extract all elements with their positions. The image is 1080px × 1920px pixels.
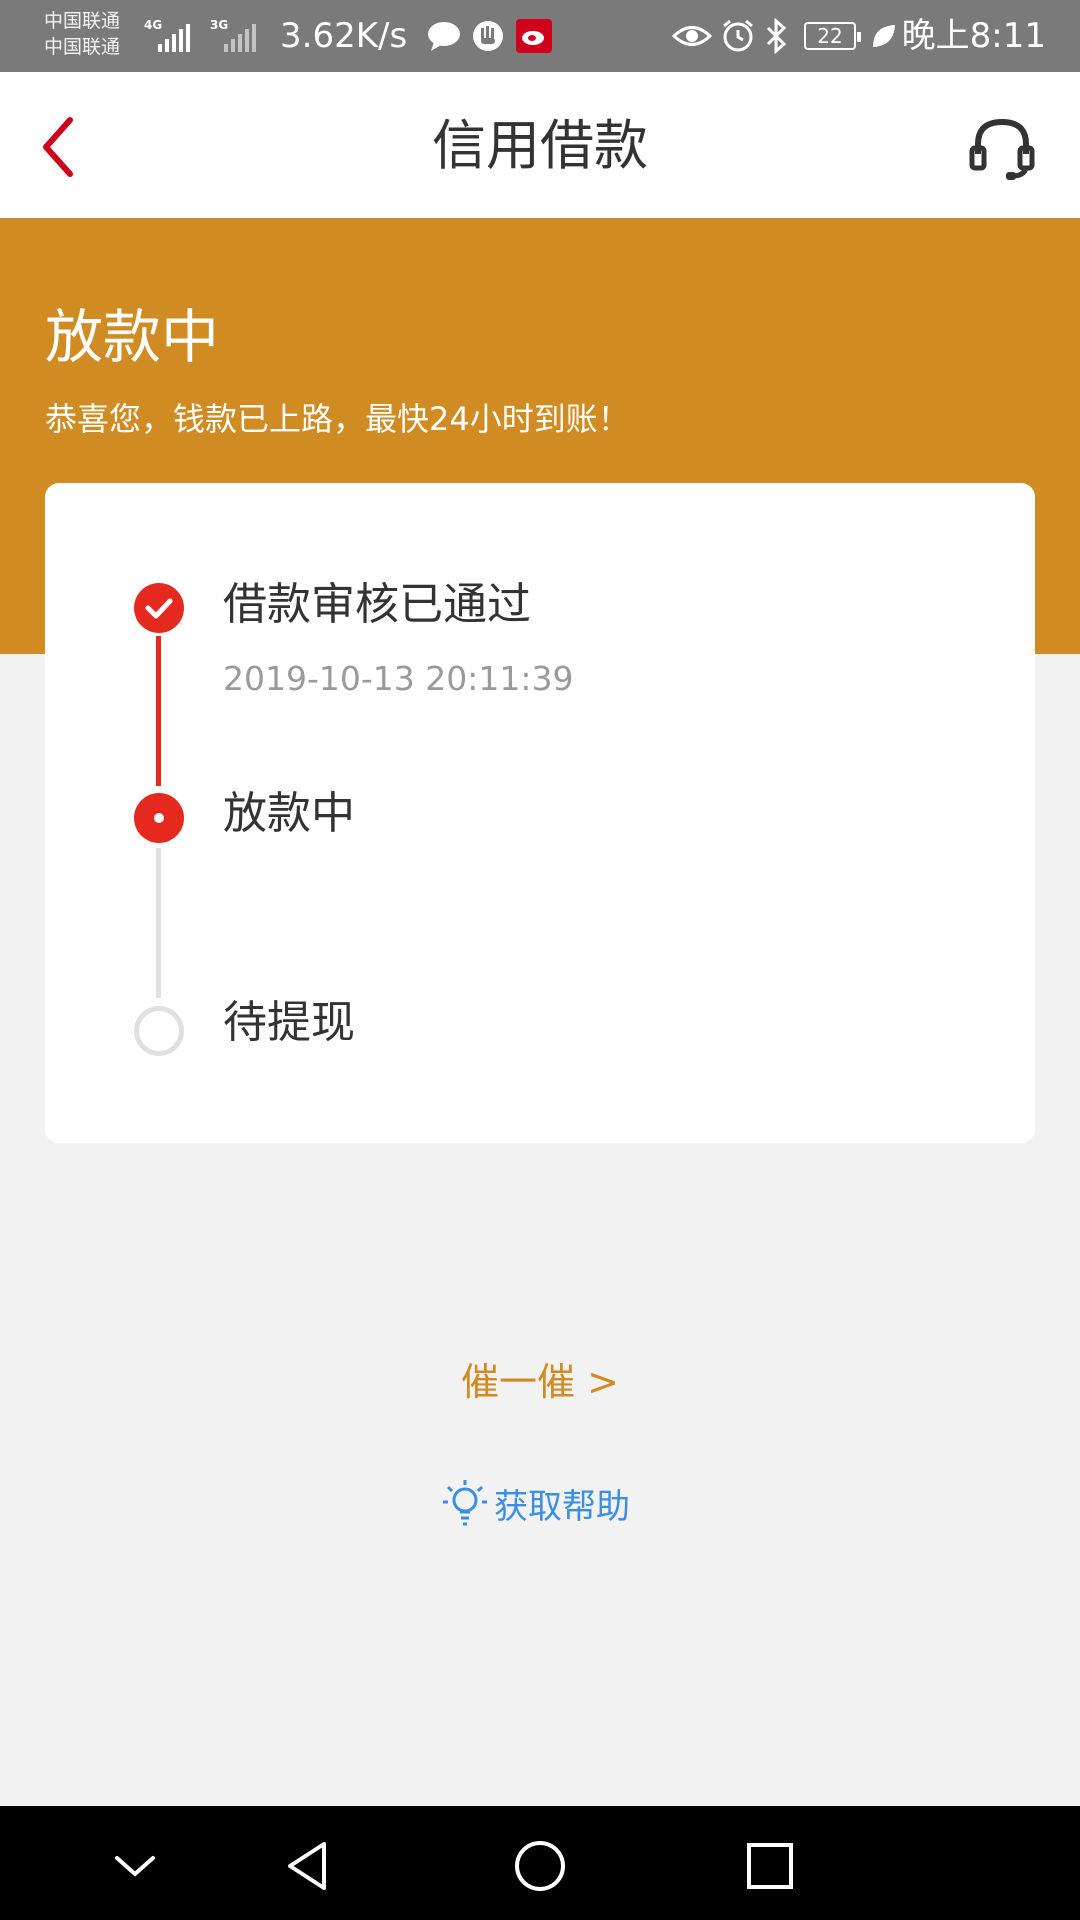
carrier-names: 中国联通 中国联通 — [44, 8, 144, 68]
battery-icon: 22 — [804, 22, 861, 50]
customer-service-button[interactable] — [968, 114, 1036, 182]
headset-icon — [969, 118, 1035, 180]
eye-icon — [672, 16, 712, 56]
step-connector-done — [156, 636, 161, 786]
alarm-icon — [720, 16, 756, 56]
bluetooth-icon — [764, 16, 788, 56]
system-navigation-bar — [0, 1806, 1080, 1920]
get-help-link[interactable]: 获取帮助 — [440, 1476, 630, 1530]
carrier-1: 中国联通 — [44, 10, 121, 32]
get-help-label: 获取帮助 — [494, 1486, 630, 1527]
top-nav-bar: 信用借款 — [0, 72, 1080, 218]
step-time-approved: 2019-10-13 20:11:39 — [223, 659, 574, 698]
back-button[interactable] — [30, 112, 90, 182]
status-bar: 中国联通 中国联通 4G 3G 3.62K/s 22 晚上8:11 — [0, 0, 1080, 72]
message-icon — [426, 16, 462, 56]
step-title-withdraw: 待提现 — [223, 997, 355, 1048]
home-circle-icon — [515, 1841, 565, 1891]
banner-title: 放款中 — [45, 303, 220, 371]
signal-4g-icon: 4G — [144, 18, 196, 52]
check-circle-icon — [134, 583, 184, 633]
hide-keyboard-button[interactable] — [105, 1836, 165, 1896]
back-triangle-icon — [288, 1842, 326, 1890]
chevron-down-icon — [115, 1856, 155, 1877]
system-back-button[interactable] — [278, 1836, 338, 1896]
page-title: 信用借款 — [432, 114, 648, 177]
step-title-disbursing: 放款中 — [223, 788, 355, 839]
lightbulb-icon — [443, 1480, 487, 1526]
progress-card: 借款审核已通过 2019-10-13 20:11:39 放款中 待提现 — [45, 483, 1035, 1143]
hand-icon — [470, 16, 506, 56]
system-home-button[interactable] — [510, 1836, 570, 1896]
pending-step-circle-icon — [134, 1006, 184, 1056]
leaf-icon — [870, 16, 898, 56]
system-recents-button[interactable] — [740, 1836, 800, 1896]
weibo-icon — [516, 16, 552, 56]
clock-time: 晚上8:11 — [901, 16, 1046, 56]
signal-3g-icon: 3G — [210, 18, 262, 52]
chevron-left-icon — [43, 117, 73, 177]
banner-subtitle: 恭喜您，钱款已上路，最快24小时到账！ — [45, 400, 630, 438]
urge-button[interactable]: 催一催 > — [0, 1356, 1080, 1408]
step-title-approved: 借款审核已通过 — [223, 579, 531, 630]
current-step-dot-icon — [134, 793, 184, 843]
carrier-2: 中国联通 — [44, 36, 121, 58]
net-speed: 3.62K/s — [280, 16, 408, 56]
step-connector-pending — [156, 848, 161, 998]
recents-square-icon — [747, 1843, 793, 1889]
